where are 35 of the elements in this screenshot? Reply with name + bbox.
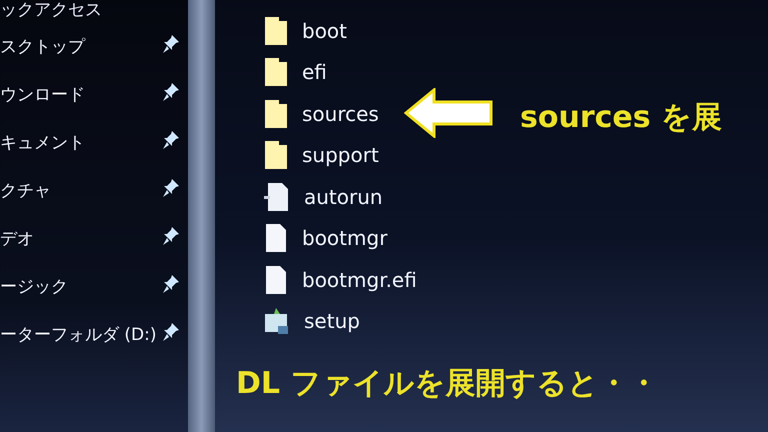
pin-icon[interactable]	[162, 226, 180, 246]
quick-access-header[interactable]: ックアクセス	[0, 0, 102, 20]
file-name[interactable]: efi	[302, 60, 327, 84]
settings-file-icon	[264, 182, 290, 212]
annotation-text: sources を展	[520, 99, 722, 137]
file-name[interactable]: bootmgr.efi	[302, 268, 417, 292]
nav-item[interactable]: ーターフォルダ (D:)	[0, 322, 156, 346]
scrollbar[interactable]	[188, 0, 215, 432]
pin-icon[interactable]	[162, 322, 180, 342]
pin-icon[interactable]	[162, 82, 180, 102]
document-icon	[264, 264, 288, 295]
pin-icon[interactable]	[162, 34, 180, 54]
folder-icon	[264, 57, 288, 88]
file-name[interactable]: autorun	[304, 184, 383, 209]
nav-item[interactable]: ウンロード	[0, 82, 85, 106]
file-name[interactable]: support	[302, 143, 379, 168]
caption-text: DL ファイルを展開すると・・	[236, 365, 658, 403]
nav-item[interactable]: キュメント	[0, 130, 85, 154]
file-name[interactable]: setup	[304, 309, 360, 334]
file-name[interactable]: bootmgr	[302, 226, 388, 250]
folder-icon	[264, 140, 288, 170]
document-icon	[264, 223, 288, 254]
file-name[interactable]: sources	[302, 102, 379, 126]
setup-app-icon	[264, 306, 290, 336]
folder-icon	[264, 98, 288, 129]
nav-item[interactable]: スクトップ	[0, 34, 85, 58]
nav-item[interactable]: ージック	[0, 274, 68, 298]
file-name[interactable]: boot	[302, 18, 348, 43]
pin-icon[interactable]	[162, 178, 180, 198]
left-arrow-icon	[404, 88, 494, 138]
nav-item[interactable]: クチャ	[0, 178, 51, 202]
nav-item[interactable]: デオ	[0, 226, 34, 250]
pin-icon[interactable]	[162, 130, 180, 150]
pin-icon[interactable]	[162, 274, 180, 294]
folder-icon	[264, 16, 288, 46]
